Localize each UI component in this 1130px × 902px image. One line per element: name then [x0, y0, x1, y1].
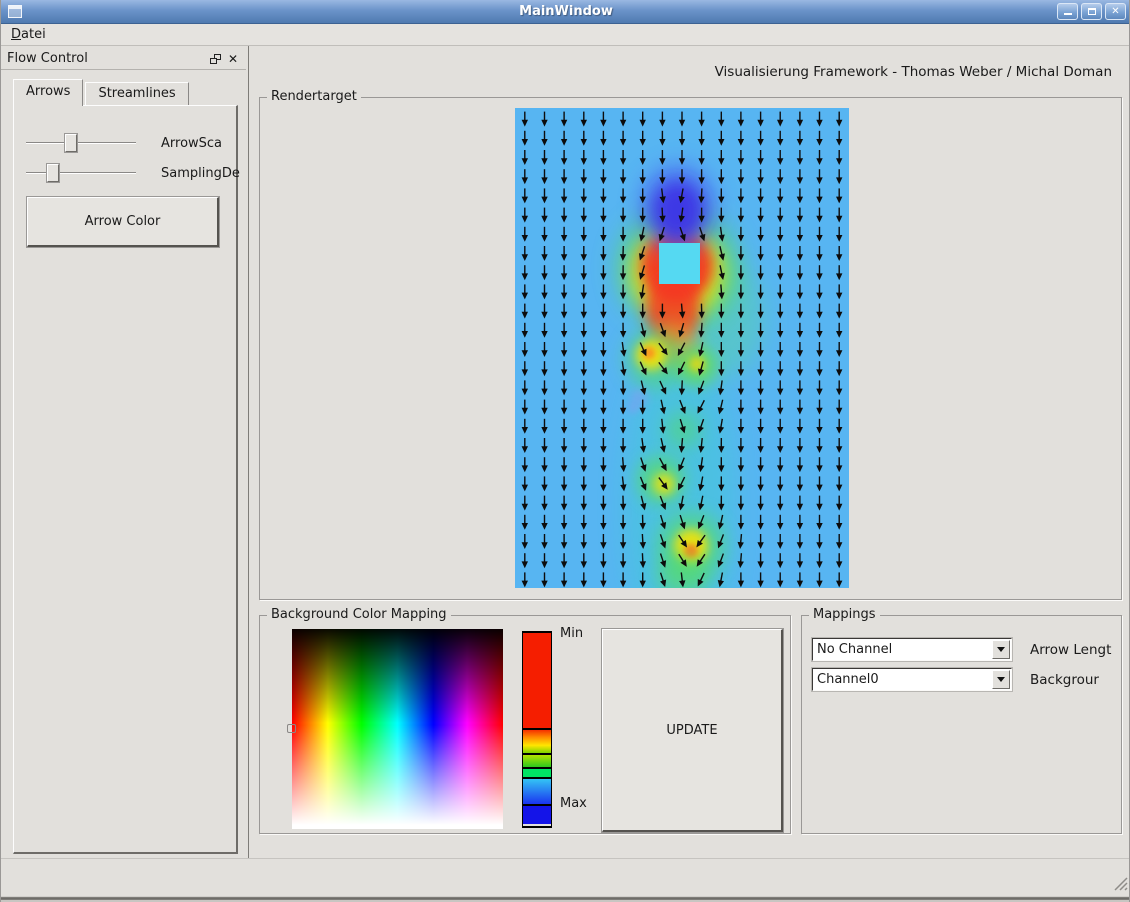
arrow-length-combobox[interactable]: No Channel — [812, 638, 1012, 661]
chevron-down-icon[interactable] — [992, 640, 1010, 659]
dock-header[interactable]: Flow Control ✕ — [1, 48, 246, 70]
colorbar-max-label: Max — [560, 796, 587, 811]
colorbar-segment — [523, 804, 551, 824]
dock-close-icon[interactable]: ✕ — [228, 53, 238, 65]
window-icon[interactable] — [8, 5, 22, 18]
menu-item-datei[interactable]: Datei — [1, 25, 54, 45]
colorbar-segment — [523, 767, 551, 777]
colorbar-min-label: Min — [560, 626, 583, 641]
main-window: MainWindow ✕ Datei Flow Control ✕ Arrows… — [0, 0, 1130, 902]
mappings-legend: Mappings — [809, 607, 880, 622]
arrows-tab-panel: ArrowSca SamplingDe Arrow Color — [13, 105, 238, 854]
flow-visualization[interactable] — [515, 108, 849, 588]
sampling-density-label: SamplingDe — [161, 166, 249, 181]
tab-bar: Arrows Streamlines — [13, 79, 189, 106]
dock-float-icon[interactable] — [210, 54, 221, 64]
dock-splitter[interactable] — [248, 46, 252, 858]
central-widget: Visualisierung Framework - Thomas Weber … — [253, 46, 1130, 858]
color-picker-marker[interactable] — [287, 724, 296, 733]
minimize-button[interactable] — [1057, 3, 1078, 20]
background-color-mapping-group: Background Color Mapping Min Max UPDATE — [259, 615, 791, 834]
flow-control-dock: Flow Control ✕ Arrows Streamlines ArrowS… — [1, 46, 248, 858]
arrow-color-button[interactable]: Arrow Color — [27, 197, 219, 247]
status-bar — [1, 858, 1130, 894]
mappings-group: Mappings No Channel Arrow Lengt Channel0… — [801, 615, 1122, 834]
background-channel-combobox-value: Channel0 — [813, 672, 992, 687]
arrow-length-combobox-value: No Channel — [813, 642, 992, 657]
colorbar-segment — [523, 753, 551, 767]
update-button[interactable]: UPDATE — [602, 629, 783, 832]
arrow-scale-slider-handle[interactable] — [65, 134, 77, 152]
maximize-icon — [1088, 8, 1096, 15]
title-bar[interactable]: MainWindow ✕ — [1, 0, 1130, 24]
maximize-button[interactable] — [1081, 3, 1102, 20]
window-bottom-border — [1, 894, 1130, 902]
colorbar-segment — [523, 633, 551, 728]
window-title: MainWindow — [1, 4, 1130, 19]
background-channel-label: Backgrour — [1030, 672, 1120, 688]
chevron-down-icon[interactable] — [992, 670, 1010, 689]
colorbar-segment — [523, 728, 551, 753]
transfer-colorbar[interactable] — [522, 631, 552, 828]
tab-streamlines[interactable]: Streamlines — [85, 82, 188, 106]
color-picker[interactable] — [292, 629, 503, 829]
arrow-scale-slider[interactable] — [26, 133, 136, 153]
background-color-mapping-legend: Background Color Mapping — [267, 607, 451, 622]
minimize-icon — [1064, 13, 1072, 15]
sampling-density-slider[interactable] — [26, 163, 136, 183]
resize-grip-icon[interactable] — [1114, 877, 1128, 891]
menu-bar: Datei — [1, 24, 1130, 46]
rendertarget-legend: Rendertarget — [267, 89, 361, 104]
background-channel-combobox[interactable]: Channel0 — [812, 668, 1012, 691]
arrow-length-label: Arrow Lengt — [1030, 642, 1120, 658]
dock-title: Flow Control — [1, 51, 88, 66]
rendertarget-group: Rendertarget — [259, 97, 1122, 600]
close-button[interactable]: ✕ — [1105, 3, 1126, 20]
colorbar-segment — [523, 777, 551, 804]
arrow-scale-label: ArrowSca — [161, 136, 249, 151]
close-icon: ✕ — [1111, 6, 1119, 17]
sampling-density-slider-handle[interactable] — [47, 164, 59, 182]
credit-text: Visualisierung Framework - Thomas Weber … — [715, 64, 1112, 80]
tab-arrows[interactable]: Arrows — [13, 79, 83, 106]
